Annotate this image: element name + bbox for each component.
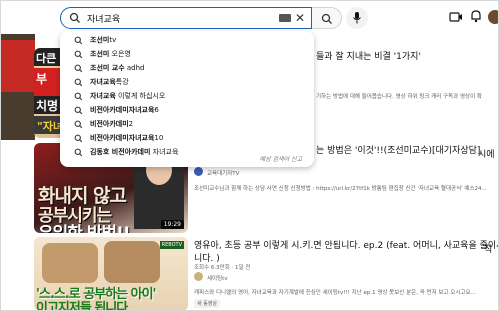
suggestion-bold: 조선미 교수 xyxy=(90,64,125,72)
suggestion-rest: 특강 xyxy=(115,78,129,86)
search-query[interactable]: 자녀교육 xyxy=(87,12,120,25)
channel-name[interactable]: 세이팅tv xyxy=(207,274,228,282)
avatar[interactable] xyxy=(488,10,499,24)
suggestion-item[interactable]: 자녀교육특강 xyxy=(60,77,314,89)
suggestion-bold: 조선미 xyxy=(90,36,110,44)
search-icon xyxy=(74,50,83,59)
search-icon xyxy=(69,12,80,23)
bell-icon[interactable] xyxy=(470,9,482,23)
suggestion-rest: adhd xyxy=(124,64,145,72)
partial-title-right: 시에 xyxy=(478,150,495,160)
search-icon xyxy=(74,120,83,129)
thumbnail-text: 이고지저들 됩니다 xyxy=(36,301,128,311)
partial-title-right: 직 xyxy=(484,245,493,255)
video-description: 캐피스와 디니엘의 영어, 자녀교육과 자기계발에 진심인 세이팅tv!!! 지… xyxy=(194,290,476,296)
thumbnail-text: 유일한 방법!! xyxy=(38,219,131,233)
new-video-tag: 새 동영상 xyxy=(194,299,220,308)
channel-name[interactable]: 교육대기자TV xyxy=(207,169,239,177)
suggestion-item[interactable]: 자녀교육 이렇게 하십시오 xyxy=(60,91,314,103)
video-title[interactable]: 영유아, 초등 공부 이렇게 시.키.면 안됩니다. ep.2 (feat. 어… xyxy=(194,238,499,251)
video-duration: 19:29 xyxy=(160,220,184,229)
suggestion-bold: 비전아카데미 xyxy=(90,120,129,128)
search-icon xyxy=(74,134,83,143)
search-input[interactable]: 자녀교육 ✕ xyxy=(60,7,312,29)
keyboard-icon[interactable] xyxy=(279,14,291,22)
suggestion-rest: 2 xyxy=(128,120,134,128)
search-icon xyxy=(74,64,83,73)
suggestion-bold: 조선미 xyxy=(90,50,110,58)
close-icon[interactable]: ✕ xyxy=(295,10,305,26)
suggestion-item[interactable]: 조선미 교수 adhd xyxy=(60,63,314,75)
suggestion-rest: 6 xyxy=(154,106,159,114)
suggestion-rest: 10 xyxy=(154,134,164,142)
search-icon xyxy=(74,36,83,45)
thumbnail-text: 치명 xyxy=(36,99,59,113)
suggestion-bold: 비전아카데미자녀교육 xyxy=(90,106,155,114)
suggestion-rest: tv xyxy=(109,36,117,44)
suggestion-rest: 자녀교육 xyxy=(150,148,179,156)
suggestion-item[interactable]: 비전아카데미자녀교육6 xyxy=(60,105,314,117)
search-suggestions: 조선미tv 조선미 오은영 조선미 교수 adhd 자녀교육특강 자녀교육 이렇… xyxy=(60,31,314,167)
suggestion-item[interactable]: 조선미tv xyxy=(60,35,314,47)
search-icon xyxy=(74,92,83,101)
mic-icon xyxy=(353,12,361,24)
suggestion-item[interactable]: 조선미 오은영 xyxy=(60,49,314,61)
suggestion-bold: 자녀교육 xyxy=(90,78,116,86)
thumbnail-text: 부 xyxy=(36,72,48,86)
search-icon xyxy=(74,106,83,115)
suggestion-bold: 자녀교육 xyxy=(90,92,116,100)
thumbnail-person xyxy=(104,241,160,283)
video-views: 조회수 6.3만회 · 1일 전 xyxy=(194,265,251,271)
suggestion-rest: 이렇게 하십시오 xyxy=(115,92,166,100)
top-bar: 자녀교육 ✕ xyxy=(0,0,499,34)
search-icon xyxy=(74,78,83,87)
video-description: 조선미교수님과 함께 하는 상담 사연 신청 신청방법 : https://ur… xyxy=(194,186,487,192)
video-description: 기하는 방법에 대해 들어봅습니다. 영상 하위 링크 캐러 구독과 영상이 확 xyxy=(316,94,482,100)
search-button[interactable] xyxy=(312,7,342,29)
video-thumbnail[interactable]: REBOTV '스.스.로 공부하는 아이' 이고지저들 됩니다 xyxy=(34,237,188,311)
create-icon[interactable] xyxy=(449,11,463,23)
channel-avatar[interactable] xyxy=(194,167,203,176)
suggestion-item[interactable]: 비전아카데미2 xyxy=(60,119,314,131)
search-icon xyxy=(74,148,83,157)
thumbnail-badge: REBOTV xyxy=(159,241,184,249)
suggestion-bold: 비전아카데미자녀교육 xyxy=(90,134,155,142)
mic-button[interactable] xyxy=(346,7,368,29)
channel-avatar[interactable] xyxy=(194,272,203,281)
thumbnail-person xyxy=(42,243,98,283)
suggestion-rest: 오은영 xyxy=(109,50,131,58)
video-title[interactable]: 들과 잘 지내는 비결 '1가지' xyxy=(316,49,421,62)
partial-thumbnail-accent xyxy=(0,40,35,92)
report-suggestions-link[interactable]: 예상 검색어 신고 xyxy=(260,154,302,163)
suggestion-item[interactable]: 비전아카데미자녀교육10 xyxy=(60,133,314,145)
suggestion-bold: 김동호 비전아카데미 xyxy=(90,148,151,156)
video-title[interactable]: 는 방법은 '이것'!!(조선미교수)[대기자상담] xyxy=(316,143,480,156)
search-icon xyxy=(321,13,332,24)
thumbnail-text: 다큰 xyxy=(36,52,57,65)
